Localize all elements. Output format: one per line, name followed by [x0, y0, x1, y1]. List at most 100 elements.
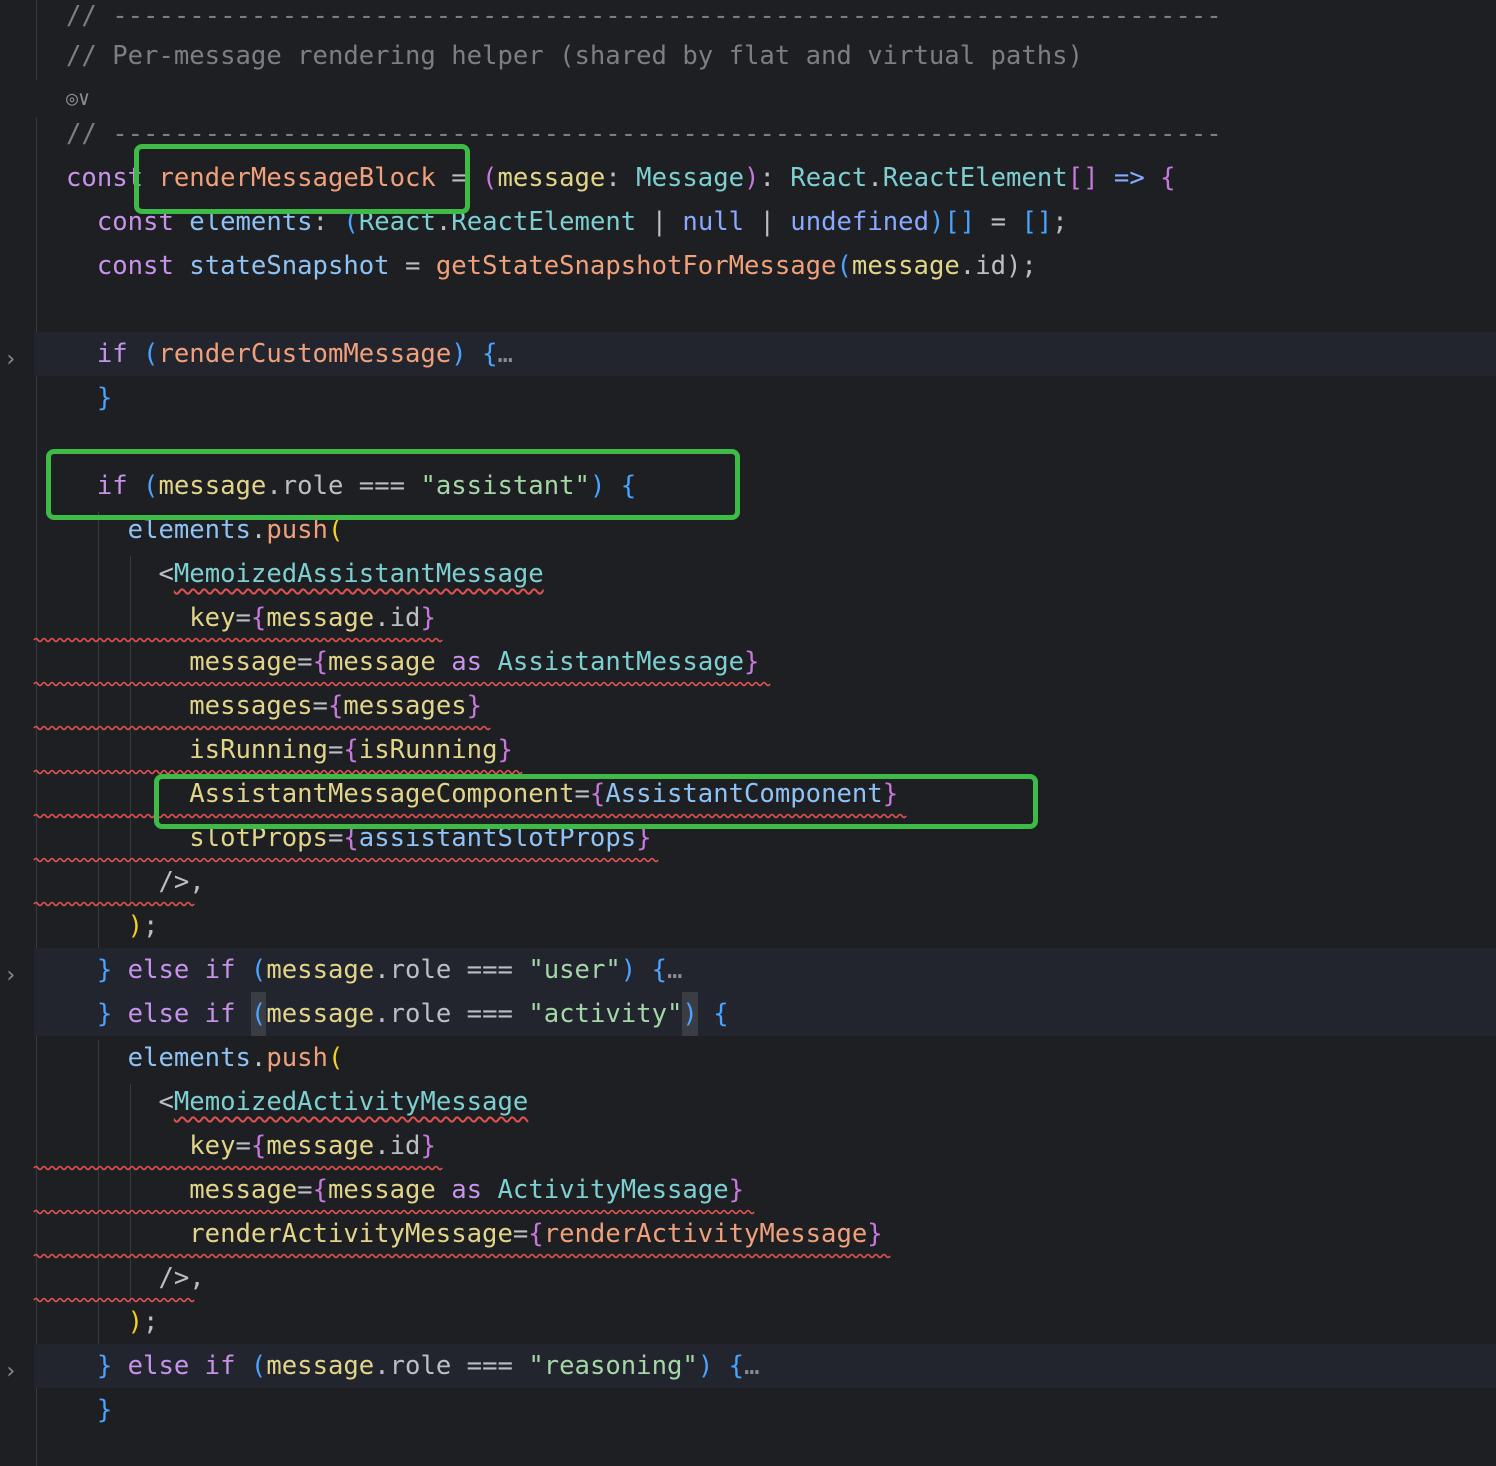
code-line[interactable] — [34, 288, 1496, 332]
ai-assist-icon[interactable]: ◎∨ — [66, 86, 90, 110]
code-token: getStateSnapshotForMessage — [435, 251, 837, 281]
code-token: />, — [66, 867, 205, 897]
code-token: . — [250, 1043, 267, 1073]
code-token: // -------------------------------------… — [66, 1, 1222, 31]
code-token: } — [867, 1219, 883, 1249]
code-token: : — [605, 163, 637, 193]
code-line[interactable]: ); — [34, 1300, 1496, 1344]
code-line[interactable]: key={message.id} — [34, 1124, 1496, 1168]
code-line[interactable]: />, — [34, 1256, 1496, 1300]
code-token: | — [744, 207, 791, 237]
code-token: } — [66, 1395, 113, 1425]
code-line[interactable]: messages={messages} — [34, 684, 1496, 728]
code-line[interactable]: message={message as ActivityMessage} — [34, 1168, 1496, 1212]
annotation-box-render-message-block — [134, 144, 470, 214]
code-token: ( — [250, 992, 267, 1036]
code-line[interactable]: } else if (message.role === "activity") … — [34, 992, 1496, 1036]
code-token: elements — [66, 1043, 251, 1073]
code-token: MemoizedActivityMessage — [173, 1087, 529, 1117]
code-token: isRunning — [358, 735, 498, 765]
code-token: = — [312, 691, 328, 721]
code-token: { — [466, 339, 498, 369]
code-line[interactable]: const stateSnapshot = getStateSnapshotFo… — [34, 244, 1496, 288]
code-token: } — [420, 603, 436, 633]
code-token: } — [66, 955, 128, 985]
code-token: undefined — [790, 207, 929, 237]
code-line[interactable]: } — [34, 376, 1496, 420]
code-line[interactable]: elements.push( — [34, 1036, 1496, 1080]
code-token: [] — [1021, 207, 1053, 237]
code-token: } — [728, 1175, 745, 1205]
code-token: .role === — [374, 1351, 529, 1381]
code-token: … — [744, 1351, 760, 1381]
code-line[interactable]: } else if (message.role === "user") {… — [34, 948, 1496, 992]
code-token: message — [851, 251, 960, 281]
code-token: push — [266, 1043, 328, 1073]
code-line[interactable]: if (renderCustomMessage) {… — [34, 332, 1496, 376]
code-token: { — [713, 1351, 745, 1381]
code-token: message — [266, 603, 375, 633]
code-token: message — [66, 647, 298, 677]
code-token: ) — [451, 339, 467, 369]
code-line[interactable]: // Per-message rendering helper (shared … — [34, 34, 1496, 78]
code-token: stateSnapshot — [189, 251, 390, 281]
code-token: = — [975, 207, 1022, 237]
code-token: { — [636, 955, 668, 985]
code-token: as — [451, 647, 498, 677]
code-token: "user" — [528, 955, 621, 985]
code-token: < — [66, 559, 174, 589]
code-token: messages — [343, 691, 467, 721]
code-token: } — [66, 1351, 128, 1381]
code-token: ReactElement — [451, 207, 637, 237]
code-token: => — [1098, 163, 1161, 193]
code-token: key — [66, 603, 236, 633]
code-token: Message — [636, 163, 745, 193]
code-token: renderActivityMessage — [543, 1219, 868, 1249]
chevron-right-icon[interactable]: › — [4, 1361, 24, 1383]
code-line[interactable]: ); — [34, 904, 1496, 948]
code-line[interactable]: } else if (message.role === "reasoning")… — [34, 1344, 1496, 1388]
code-token: ReactElement — [882, 163, 1068, 193]
code-editor[interactable]: › › › ◎∨ // ----------------------------… — [0, 0, 1496, 1466]
code-token: renderCustomMessage — [158, 339, 452, 369]
code-token: { — [343, 735, 359, 765]
code-token: ) — [66, 911, 144, 941]
code-line[interactable]: />, — [34, 860, 1496, 904]
annotation-box-assistant-if — [46, 449, 740, 520]
code-token: ; — [143, 1307, 159, 1337]
code-token: )[] — [928, 207, 976, 237]
chevron-right-icon[interactable]: › — [4, 349, 24, 371]
code-token: "activity" — [528, 999, 683, 1029]
code-token: .id — [374, 603, 421, 633]
code-token: } — [420, 1131, 436, 1161]
code-token: : — [759, 163, 791, 193]
chevron-right-icon[interactable]: › — [4, 965, 24, 987]
code-token: } — [466, 691, 483, 721]
code-token: { — [312, 647, 328, 677]
editor-gutter: › › › — [0, 0, 34, 1466]
code-token: ( — [250, 1351, 267, 1381]
code-token: message — [327, 647, 452, 677]
code-line[interactable]: renderActivityMessage={renderActivityMes… — [34, 1212, 1496, 1256]
code-token: ( — [482, 163, 498, 193]
code-token: else if — [127, 1351, 251, 1381]
code-token: { — [250, 1131, 267, 1161]
code-line[interactable]: // -------------------------------------… — [34, 0, 1496, 38]
code-token: } — [744, 647, 760, 677]
code-line[interactable]: <MemoizedActivityMessage — [34, 1080, 1496, 1124]
code-token: ActivityMessage — [497, 1175, 729, 1205]
code-token: { — [312, 1175, 328, 1205]
code-token: ( — [836, 251, 852, 281]
annotation-box-assistant-component — [154, 774, 1038, 829]
code-token: . — [867, 163, 883, 193]
code-token: key — [66, 1131, 236, 1161]
code-token: ( — [327, 1043, 344, 1073]
code-token: ) — [66, 1307, 144, 1337]
code-line[interactable]: key={message.id} — [34, 596, 1496, 640]
code-line[interactable]: message={message as AssistantMessage} — [34, 640, 1496, 684]
code-line[interactable]: <MemoizedAssistantMessage — [34, 552, 1496, 596]
code-line[interactable]: isRunning={isRunning} — [34, 728, 1496, 772]
code-line[interactable]: } — [34, 1388, 1496, 1432]
code-token: ) — [620, 955, 637, 985]
code-token: else if — [127, 999, 251, 1029]
